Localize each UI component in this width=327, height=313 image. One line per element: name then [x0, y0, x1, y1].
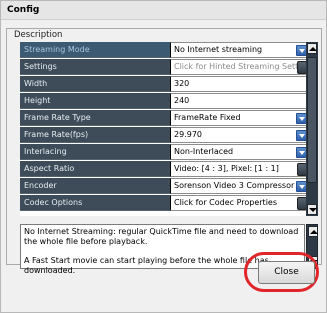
description-line-1: No Internet Streaming: regular QuickTime… [24, 227, 299, 246]
aspect-ratio-field[interactable]: Video: [4 : 3], Pixel: [1 : 1] [170, 161, 309, 177]
row-label: Height [20, 93, 170, 109]
group-label: Description [14, 30, 63, 40]
row-label: Codec Options [20, 195, 170, 211]
row-label: Settings [20, 59, 170, 75]
title-bar: Config [1, 1, 326, 20]
property-grid: Streaming Mode No Internet streaming Set… [20, 42, 313, 216]
row-encoder[interactable]: Encoder Sorenson Video 3 Compressor [20, 178, 313, 194]
window-title: Config [7, 5, 40, 15]
scroll-thumb[interactable] [307, 57, 317, 183]
row-codec-options[interactable]: Codec Options Click for Codec Properties [20, 195, 313, 211]
scroll-up-icon[interactable] [307, 43, 317, 54]
row-label: Aspect Ratio [20, 161, 170, 177]
value-text: Video: [4 : 3], Pixel: [1 : 1] [174, 164, 279, 173]
row-height[interactable]: Height 240 [20, 93, 313, 109]
frame-rate-type-select[interactable]: FrameRate Fixed [170, 110, 309, 126]
close-button[interactable]: Close [258, 261, 315, 284]
grid-scrollbar[interactable] [306, 42, 318, 216]
row-label: Interlacing [20, 144, 170, 160]
value-text: 320 [174, 79, 190, 88]
frame-rate-select[interactable]: 29.970 [170, 127, 309, 143]
scroll-up-icon[interactable] [308, 226, 318, 237]
height-input[interactable]: 240 [170, 93, 309, 109]
row-width[interactable]: Width 320 [20, 76, 313, 92]
row-streaming-mode[interactable]: Streaming Mode No Internet streaming [20, 42, 313, 58]
interlacing-select[interactable]: Non-Interlaced [170, 144, 309, 160]
row-aspect-ratio[interactable]: Aspect Ratio Video: [4 : 3], Pixel: [1 :… [20, 161, 313, 177]
config-window: Config Description Streaming Mode No Int… [0, 0, 327, 313]
value-text: No Internet streaming [174, 45, 263, 54]
value-text: FrameRate Fixed [174, 113, 241, 122]
codec-options-field[interactable]: Click for Codec Properties [170, 195, 309, 211]
value-text: Click for Hinted Streaming Settings [174, 62, 309, 71]
row-label: Width [20, 76, 170, 92]
row-label: Frame Rate Type [20, 110, 170, 126]
row-label: Encoder [20, 178, 170, 194]
row-label: Streaming Mode [20, 42, 170, 58]
value-text: Non-Interlaced [174, 147, 234, 156]
value-text: 29.970 [174, 130, 202, 139]
row-interlacing[interactable]: Interlacing Non-Interlaced [20, 144, 313, 160]
row-frame-rate-type[interactable]: Frame Rate Type FrameRate Fixed [20, 110, 313, 126]
value-text: Sorenson Video 3 Compressor [174, 181, 295, 190]
settings-field[interactable]: Click for Hinted Streaming Settings [170, 59, 309, 75]
row-label: Frame Rate(fps) [20, 127, 170, 143]
row-settings[interactable]: Settings Click for Hinted Streaming Sett… [20, 59, 313, 75]
value-text: 240 [174, 96, 190, 105]
encoder-select[interactable]: Sorenson Video 3 Compressor [170, 178, 309, 194]
row-frame-rate[interactable]: Frame Rate(fps) 29.970 [20, 127, 313, 143]
streaming-mode-select[interactable]: No Internet streaming [170, 42, 309, 58]
value-text: Click for Codec Properties [174, 198, 277, 207]
scroll-down-icon[interactable] [307, 204, 317, 215]
width-input[interactable]: 320 [170, 76, 309, 92]
